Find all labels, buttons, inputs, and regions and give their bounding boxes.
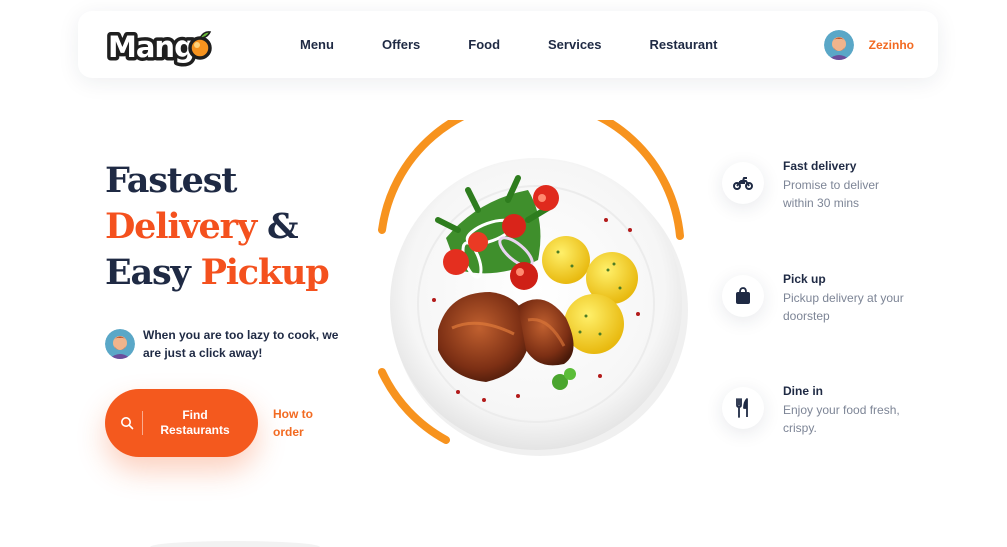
feature-description: Enjoy your food fresh, crispy. — [783, 403, 900, 435]
nav-food[interactable]: Food — [468, 37, 500, 52]
hero-title-pickup: Pickup — [200, 252, 330, 293]
feature-description: Pickup delivery at your doorstep — [783, 291, 904, 323]
button-divider — [142, 411, 143, 435]
shopping-bag-icon — [722, 275, 764, 317]
find-restaurants-label-line-1: Find — [182, 408, 208, 422]
nav-restaurant[interactable]: Restaurant — [650, 37, 718, 52]
nav-offers[interactable]: Offers — [382, 37, 420, 52]
find-restaurants-button[interactable]: Find Restaurants — [105, 389, 258, 457]
user-avatar[interactable] — [823, 29, 854, 60]
hero-title-delivery: Delivery — [105, 206, 257, 247]
find-restaurants-label: Find Restaurants — [145, 408, 245, 438]
motorbike-icon — [722, 162, 764, 204]
how-to-order-link[interactable]: How to order — [273, 405, 333, 441]
hero-title-ampersand: & — [256, 206, 299, 247]
how-to-order-line-1: How to — [273, 407, 313, 421]
main-nav: Menu Offers Food Services Restaurant — [300, 11, 765, 78]
find-restaurants-label-line-2: Restaurants — [160, 423, 230, 437]
mango-logo[interactable]: Mang — [106, 23, 214, 69]
hero-food-image — [368, 96, 698, 460]
svg-text:Mang: Mang — [108, 30, 194, 64]
feature-fast-delivery: Fast delivery Promise to deliver within … — [722, 159, 942, 219]
hero-title-easy: Easy — [105, 252, 201, 293]
nav-services[interactable]: Services — [548, 37, 602, 52]
user-menu[interactable]: Zezinho — [823, 11, 914, 78]
search-icon — [121, 417, 134, 430]
feature-title: Fast delivery — [783, 159, 857, 173]
hero-title-line-1: Fastest — [105, 160, 237, 201]
user-name[interactable]: Zezinho — [869, 38, 914, 52]
feature-title: Pick up — [783, 272, 826, 286]
tagline-text: When you are too lazy to cook, we are ju… — [143, 328, 339, 360]
feature-pick-up: Pick up Pickup delivery at your doorstep — [722, 272, 942, 332]
fork-knife-icon — [722, 387, 764, 429]
bottom-decoration — [150, 541, 320, 547]
how-to-order-line-2: order — [273, 425, 304, 439]
feature-title: Dine in — [783, 384, 824, 398]
feature-dine-in: Dine in Enjoy your food fresh, crispy. — [722, 384, 942, 444]
tagline-avatar — [105, 329, 135, 359]
hero-title: Fastest Delivery & Easy Pickup — [105, 158, 385, 296]
tagline-block: When you are too lazy to cook, we are ju… — [105, 326, 343, 362]
navbar: Mang Menu Offers Food Services Restauran… — [78, 11, 938, 78]
hero-title-line-2: Delivery & — [105, 204, 385, 250]
nav-menu[interactable]: Menu — [300, 37, 334, 52]
feature-description: Promise to deliver within 30 mins — [783, 178, 880, 210]
hero-title-line-3: Easy Pickup — [105, 250, 385, 296]
